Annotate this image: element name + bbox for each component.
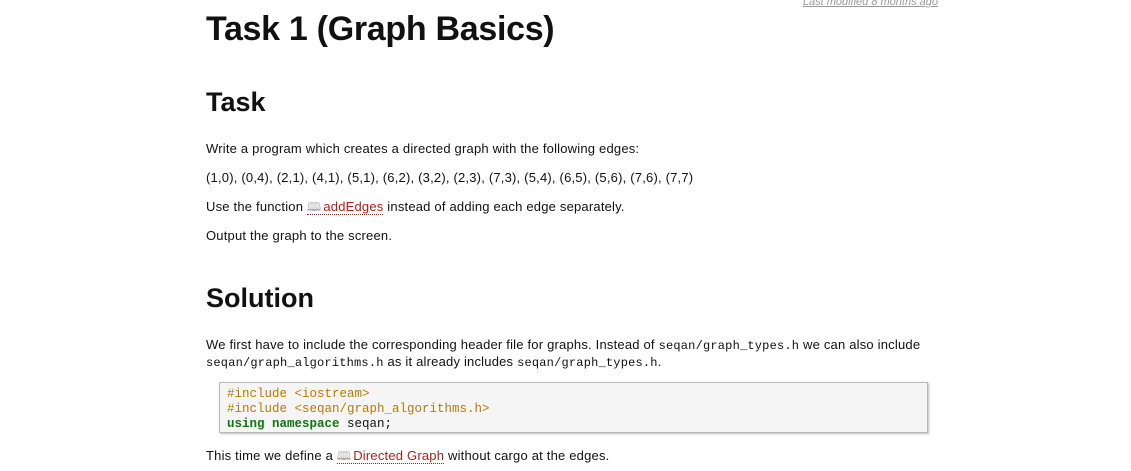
- task-heading: Task: [206, 87, 266, 117]
- book-icon: 🕮: [336, 449, 352, 463]
- addedges-link-label: addEdges: [323, 199, 384, 214]
- directed-graph-link-label: Directed Graph: [353, 448, 445, 463]
- page-title: Task 1 (Graph Basics): [206, 10, 555, 48]
- solution-text-1: We first have to include the correspondi…: [206, 337, 659, 352]
- instruction-text-before: Use the function: [206, 199, 307, 214]
- task-output-note: Output the graph to the screen.: [206, 228, 393, 243]
- solution-paragraph: We first have to include the correspondi…: [206, 337, 930, 371]
- final-text-after: without cargo at the edges.: [444, 448, 610, 463]
- code-namespace-seqan: seqan;: [339, 417, 393, 431]
- directed-graph-link[interactable]: 🕮 Directed Graph: [336, 448, 445, 464]
- inline-code-graph-types: seqan/graph_types.h: [658, 339, 800, 353]
- code-block[interactable]: #include <iostream> #include <seqan/grap…: [219, 382, 928, 433]
- inline-code-graph-algorithms: seqan/graph_algorithms.h: [206, 356, 384, 370]
- solution-heading: Solution: [206, 283, 314, 313]
- solution-text-2: we can also include: [799, 337, 921, 352]
- code-line-include-iostream: #include <iostream>: [227, 387, 370, 401]
- edge-list: (1,0), (0,4), (2,1), (4,1), (5,1), (6,2)…: [206, 170, 694, 185]
- addedges-link[interactable]: 🕮 addEdges: [306, 199, 384, 215]
- instruction-text-after: instead of adding each edge separately.: [383, 199, 625, 214]
- solution-text-4: .: [657, 354, 662, 369]
- code-keyword-using-namespace: using namespace: [227, 417, 340, 431]
- task-description: Write a program which creates a directed…: [206, 141, 640, 156]
- final-text-before: This time we define a: [206, 448, 337, 463]
- code-line-include-seqan: #include <seqan/graph_algorithms.h>: [227, 402, 490, 416]
- last-modified-link[interactable]: Last modified 8 months ago: [803, 0, 938, 8]
- task-instruction: Use the function 🕮 addEdges instead of ad…: [206, 199, 625, 215]
- inline-code-graph-types-2: seqan/graph_types.h: [517, 356, 658, 370]
- solution-text-3: as it already includes: [383, 354, 518, 369]
- solution-final-sentence: This time we define a 🕮 Directed Graph wi…: [206, 448, 610, 464]
- book-icon: 🕮: [306, 200, 322, 214]
